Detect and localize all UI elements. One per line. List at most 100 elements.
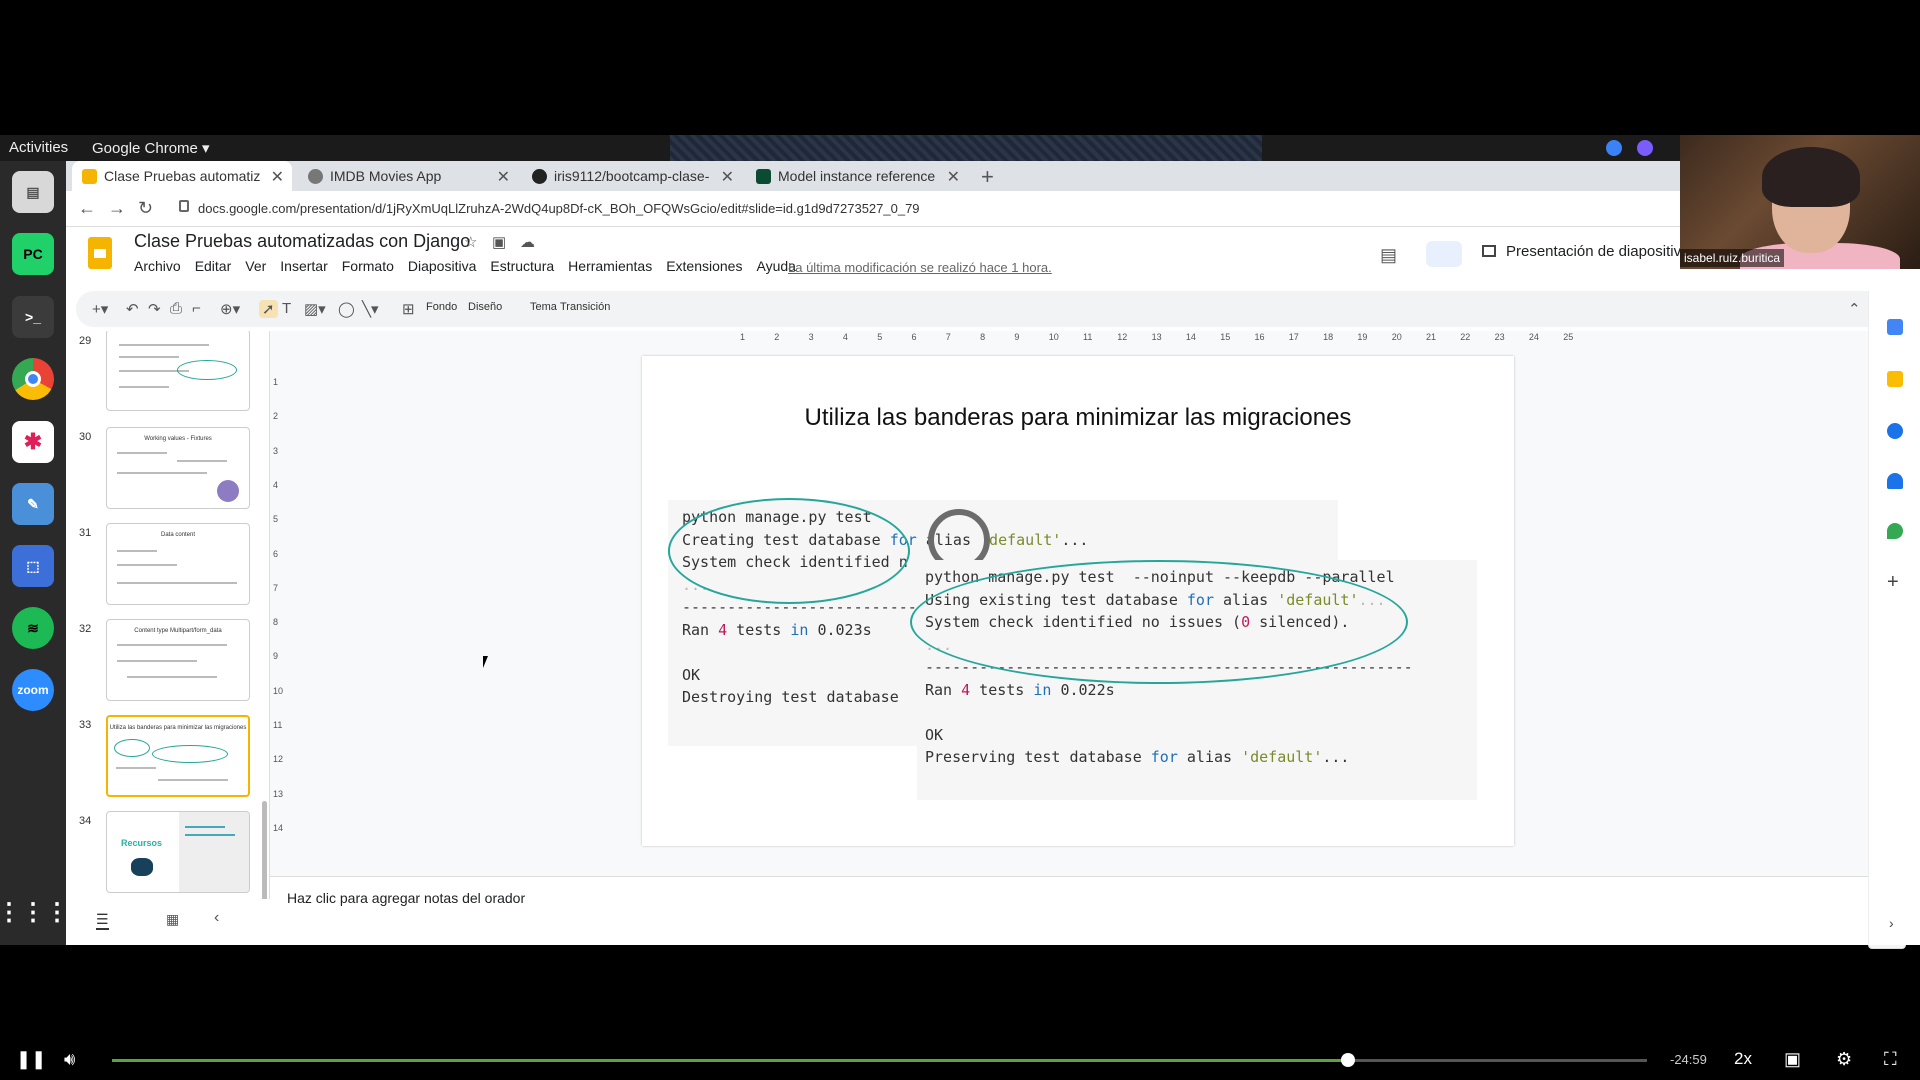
close-tab-icon[interactable]: ✕ [947,167,960,187]
progress-bar[interactable] [112,1053,1647,1067]
thumb-mascot [131,858,153,876]
keep-icon[interactable] [1887,371,1903,387]
fullscreen-icon[interactable]: ⛶ [1884,1049,1897,1070]
vertical-ruler: 1 2 3 4 5 6 7 8 9 10 11 12 13 14 [270,345,284,876]
select-icon[interactable]: ➚ [259,300,278,318]
playback-speed-button[interactable]: 2x [1734,1049,1752,1069]
tab-github[interactable]: iris9112/bootcamp-clase- ✕ [522,161,742,191]
show-side-panel-icon[interactable]: › [1889,915,1894,931]
slide-title[interactable]: Utiliza las banderas para minimizar las … [642,404,1514,432]
activities-button[interactable]: Activities [9,139,68,156]
undo-icon[interactable]: ↶ [126,300,139,318]
zoom-icon[interactable]: ⊕▾ [220,300,240,318]
background-button[interactable]: Fondo [426,301,457,313]
collapse-filmstrip-icon[interactable]: ‹ [214,909,219,927]
pause-icon[interactable]: ❚❚ [16,1049,46,1070]
volume-icon[interactable]: 🔊︎ [64,1049,75,1070]
back-icon[interactable]: ← [78,198,96,219]
menu-archivo[interactable]: Archivo [134,258,181,274]
close-tab-icon[interactable]: ✕ [271,167,284,187]
present-button[interactable]: Presentación de diapositivas [1482,243,1697,260]
meet-icon[interactable] [1426,241,1462,267]
textbox-icon[interactable]: T [282,300,291,317]
calendar-icon[interactable] [1887,319,1903,335]
slide-thumb-30[interactable]: Working values - Fixtures [106,427,250,509]
text-editor-icon[interactable]: ✎ [12,483,54,525]
comments-icon[interactable]: ▤ [1380,245,1397,266]
slide-thumb-32[interactable]: Content type Multipart/form_data [106,619,250,701]
new-tab-button[interactable]: + [981,164,994,190]
star-icon[interactable]: ☆ [464,233,477,251]
zoom-icon[interactable]: zoom [12,669,54,711]
redo-icon[interactable]: ↷ [148,300,161,318]
slide-thumb-29[interactable] [106,331,250,411]
menu-estructura[interactable]: Estructura [490,258,554,274]
pycharm-icon[interactable]: PC [12,233,54,275]
speaker-notes[interactable]: Haz clic para agregar notas del orador [270,876,1920,949]
slide-thumb-33-selected[interactable]: Utiliza las banderas para minimizar las … [106,715,250,797]
tab-slides[interactable]: Clase Pruebas automatiz ✕ [72,161,292,191]
chrome-icon[interactable] [12,358,54,400]
lock-icon[interactable] [179,200,189,212]
grid-view-icon[interactable]: ▦ [166,911,179,928]
tray-vpn-icon[interactable] [1606,140,1622,156]
image-icon[interactable]: ▨▾ [304,300,326,318]
layout-button[interactable]: Diseño [468,301,502,313]
list-view-icon[interactable]: ☰ [96,911,109,930]
menu-insertar[interactable]: Insertar [280,258,327,274]
slides-logo-icon[interactable] [88,237,112,269]
filmstrip-scrollbar[interactable] [262,801,267,901]
progress-knob[interactable] [1340,1053,1355,1067]
app-grid-icon[interactable]: ⋮⋮⋮ [0,891,69,933]
slide-thumb-31[interactable]: Data content [106,523,250,605]
app-menu[interactable]: Google Chrome [92,139,210,157]
cloud-saved-icon[interactable]: ☁ [520,233,535,251]
files-icon[interactable]: ▤ [12,171,54,213]
speaker-notes-placeholder[interactable]: Haz clic para agregar notas del orador [287,890,525,906]
menu-ver[interactable]: Ver [245,258,266,274]
tab-django[interactable]: Model instance reference ✕ [746,161,968,191]
close-tab-icon[interactable]: ✕ [497,167,510,187]
screenshot-icon[interactable]: ⬚ [12,545,54,587]
maps-icon[interactable] [1887,523,1903,539]
move-folder-icon[interactable]: ▣ [492,233,506,251]
menu-formato[interactable]: Formato [342,258,394,274]
document-title[interactable]: Clase Pruebas automatizadas con Django [134,231,470,252]
close-tab-icon[interactable]: ✕ [721,167,734,187]
add-addon-icon[interactable]: + [1887,571,1899,594]
tasks-icon[interactable] [1887,423,1903,439]
menu-herramientas[interactable]: Herramientas [568,258,652,274]
collapse-toolbar-icon[interactable]: ⌃ [1848,300,1861,318]
last-modified-link[interactable]: La última modificación se realizó hace 1… [788,260,1052,275]
picture-in-picture-icon[interactable]: ▣ [1784,1049,1801,1070]
highlight-ellipse-1[interactable] [668,498,910,604]
menu-diapositiva[interactable]: Diapositiva [408,258,476,274]
url-field[interactable]: docs.google.com/presentation/d/1jRyXmUqL… [198,201,920,216]
ruler-tick-label: 18 [1323,332,1334,342]
line-icon[interactable]: ╲▾ [362,300,379,318]
transition-button[interactable]: Transición [560,301,610,313]
shape-icon[interactable]: ◯ [338,300,355,318]
tray-slack-icon[interactable] [1637,140,1653,156]
menu-extensiones[interactable]: Extensiones [666,258,742,274]
reload-icon[interactable]: ↻ [138,198,153,219]
paint-format-icon[interactable]: ⌐ [192,300,201,317]
terminal-icon[interactable]: >_ [12,296,54,338]
spotify-icon[interactable]: ≋ [12,607,54,649]
forward-icon[interactable]: → [108,198,126,219]
slide-thumb-34[interactable]: Recursos [106,811,250,893]
thumb-text [127,676,217,678]
tab-imdb[interactable]: IMDB Movies App ✕ [298,161,518,191]
new-slide-icon[interactable]: +▾ [92,300,108,318]
menu-editar[interactable]: Editar [195,258,232,274]
theme-button[interactable]: Tema [530,301,557,313]
current-slide[interactable]: Utiliza las banderas para minimizar las … [642,356,1514,846]
print-icon[interactable]: ⎙ [170,300,182,317]
slack-icon[interactable]: ✱ [12,421,54,463]
toolbar: +▾ ↶ ↷ ⎙ ⌐ ⊕▾ ➚ T ▨▾ ◯ ╲▾ ⊞ Fondo Diseño… [76,291,1916,327]
comment-icon[interactable]: ⊞ [402,300,415,318]
contacts-icon[interactable] [1887,473,1903,489]
highlight-ellipse-2[interactable] [910,560,1408,684]
ruler-tick-label: 6 [273,548,279,559]
settings-icon[interactable]: ⚙ [1836,1049,1852,1070]
